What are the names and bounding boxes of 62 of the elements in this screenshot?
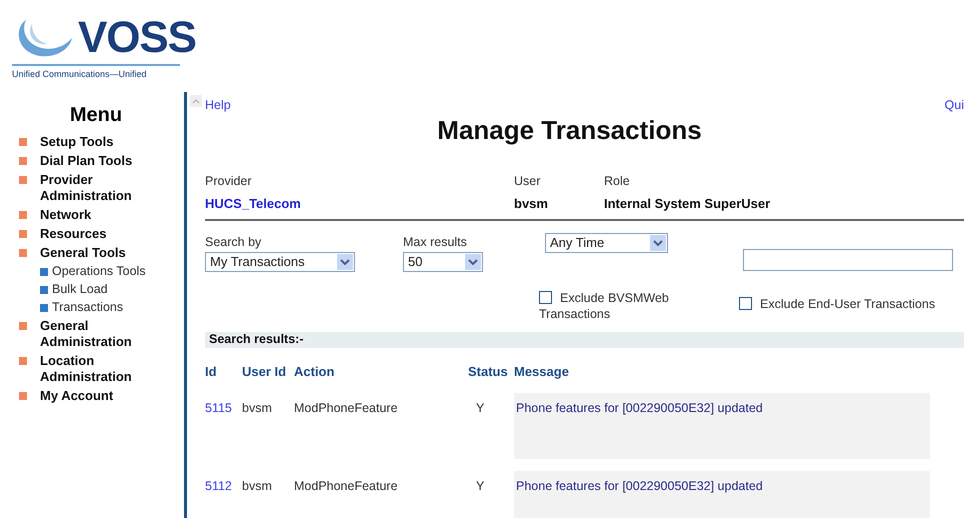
search-by-select[interactable]: My Transactions — [205, 252, 355, 272]
table-cell-text: bvsm — [242, 400, 273, 418]
bullet-icon — [19, 138, 27, 146]
checkbox-label: Exclude End-User Transactions — [739, 296, 936, 322]
checkbox-label: Exclude BVSMWeb Transactions — [539, 290, 670, 322]
column-header: Id — [205, 362, 218, 381]
menu-item[interactable]: Provider Administration — [40, 172, 176, 204]
time-range-select[interactable]: Any Time — [545, 233, 668, 253]
max-results-select[interactable]: 50 — [403, 252, 483, 272]
info-value: Internal System SuperUser — [604, 194, 770, 213]
bullet-icon — [40, 304, 48, 312]
bullet-icon — [19, 211, 27, 219]
logo-wordmark: VOSS — [78, 16, 196, 60]
submenu-item[interactable]: Transactions — [52, 300, 124, 315]
bullet-icon — [40, 268, 48, 276]
bullet-icon — [19, 392, 27, 400]
table-cell-text: ModPhoneFeature — [294, 400, 399, 418]
table-cell-text: ModPhoneFeature — [294, 478, 399, 496]
info-label: Provider — [205, 172, 253, 190]
menu-item[interactable]: General Administration — [40, 318, 176, 350]
help-link[interactable]: Help — [205, 96, 231, 115]
search-input-field[interactable] — [743, 249, 953, 271]
bullet-icon — [19, 176, 27, 184]
bullet-icon — [19, 357, 27, 365]
column-header: Status — [468, 362, 509, 381]
table-cell-text: Y — [475, 478, 486, 496]
submenu-item[interactable]: Bulk Load — [52, 282, 108, 297]
menu-item[interactable]: Dial Plan Tools — [40, 153, 132, 169]
page-title: Manage Transactions — [436, 114, 703, 147]
quick-link[interactable]: Qui — [944, 96, 964, 115]
column-header: Message — [514, 362, 570, 381]
row-id-link[interactable]: 5112 — [205, 477, 242, 496]
results-title: Search results:- — [209, 331, 304, 348]
menu-title: Menu — [68, 103, 124, 128]
info-label: Role — [604, 172, 631, 190]
info-value: bvsm — [514, 194, 549, 212]
checkbox[interactable] — [739, 296, 752, 310]
bullet-icon — [40, 286, 48, 294]
menu-item[interactable]: Resources — [40, 226, 106, 242]
logo-tagline: Unified Communications—Unified — [12, 68, 148, 81]
bullet-icon — [19, 322, 27, 330]
bullet-icon — [19, 230, 27, 238]
message-cell: Phone features for [002290050E32] updated — [514, 471, 930, 518]
checkbox[interactable] — [539, 290, 552, 304]
row-id-link[interactable]: 5115 — [205, 399, 242, 418]
menu-item[interactable]: My Account — [40, 388, 114, 404]
field-label: Search by — [205, 234, 262, 251]
menu-item[interactable]: Network — [40, 207, 92, 223]
bullet-icon — [19, 157, 27, 165]
menu-item[interactable]: Setup Tools — [40, 134, 114, 150]
table-cell-text: Y — [475, 400, 486, 418]
field-label: Max results — [403, 234, 468, 251]
info-label: User — [514, 172, 542, 190]
submenu-item[interactable]: Operations Tools — [52, 264, 146, 279]
bullet-icon — [19, 249, 27, 257]
menu-item[interactable]: General Tools — [40, 245, 126, 261]
info-link[interactable]: HUCS_Telecom — [205, 194, 514, 213]
menu-item[interactable]: Location Administration — [40, 353, 176, 385]
message-cell: Phone features for [002290050E32] updated — [514, 393, 930, 460]
column-header: User Id — [242, 362, 288, 381]
column-header: Action — [294, 362, 336, 381]
table-cell-text: bvsm — [242, 478, 273, 496]
